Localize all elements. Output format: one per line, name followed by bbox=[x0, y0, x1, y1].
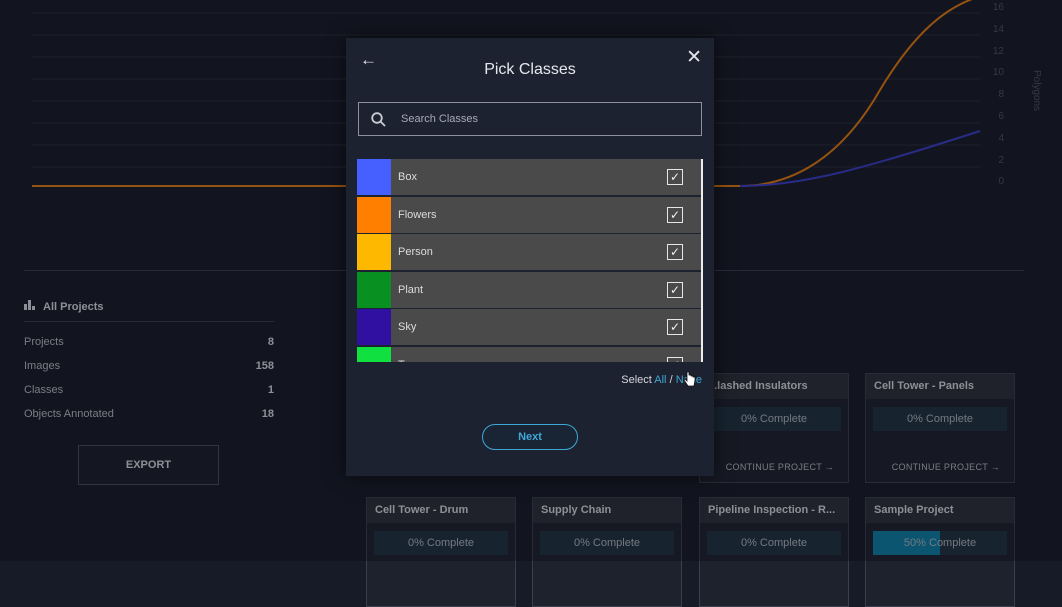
class-row[interactable]: Sky ✓ bbox=[357, 309, 703, 345]
select-separator: / bbox=[669, 374, 673, 386]
scrollbar[interactable] bbox=[701, 159, 703, 362]
search-box[interactable] bbox=[358, 102, 702, 136]
search-classes-input[interactable] bbox=[399, 112, 693, 126]
class-color-swatch bbox=[357, 196, 391, 233]
class-name: T... bbox=[391, 359, 667, 363]
class-checkbox[interactable]: ✓ bbox=[667, 169, 683, 185]
class-color-swatch bbox=[357, 271, 391, 308]
class-row[interactable]: Flowers ✓ bbox=[357, 196, 703, 233]
class-checkbox[interactable]: ✓ bbox=[667, 319, 683, 335]
class-name: Sky bbox=[398, 321, 417, 333]
class-row[interactable]: Plant ✓ bbox=[357, 271, 703, 308]
class-color-swatch bbox=[357, 346, 391, 362]
checkmark-icon: ✓ bbox=[669, 207, 681, 222]
class-rows: Box✓Flowers✓Person✓Plant✓Sky✓T...✓ bbox=[357, 159, 703, 362]
checkmark-icon: ✓ bbox=[669, 170, 681, 184]
checkmark-icon: ✓ bbox=[670, 359, 680, 363]
select-all-link[interactable]: All bbox=[654, 374, 666, 386]
pick-classes-modal: ← ✕ Pick Classes Box✓Flowers✓Person✓Plan… bbox=[346, 38, 714, 476]
class-name: Person bbox=[398, 246, 433, 258]
mouse-cursor-icon bbox=[684, 371, 696, 387]
checkmark-icon: ✓ bbox=[669, 282, 681, 297]
class-row[interactable]: Box ✓ bbox=[357, 159, 703, 195]
class-checkbox[interactable]: ✓ bbox=[667, 206, 683, 223]
class-list: Box✓Flowers✓Person✓Plant✓Sky✓T...✓ bbox=[357, 159, 703, 362]
class-row[interactable]: T...✓ bbox=[357, 346, 703, 363]
class-checkbox[interactable]: ✓ bbox=[667, 281, 683, 298]
select-prefix: Select bbox=[621, 374, 652, 386]
class-color-swatch bbox=[357, 159, 391, 195]
class-name: Flowers bbox=[398, 208, 437, 221]
class-name: Box bbox=[398, 171, 417, 183]
class-color-swatch bbox=[357, 309, 391, 345]
class-checkbox[interactable]: ✓ bbox=[667, 356, 683, 363]
class-color-swatch bbox=[357, 234, 391, 270]
class-checkbox[interactable]: ✓ bbox=[667, 244, 683, 260]
checkmark-icon: ✓ bbox=[669, 320, 681, 334]
modal-title: Pick Classes bbox=[484, 61, 576, 78]
checkmark-icon: ✓ bbox=[669, 245, 681, 259]
class-name: Plant bbox=[398, 283, 424, 296]
search-icon bbox=[371, 111, 399, 127]
class-row[interactable]: Person ✓ bbox=[357, 234, 703, 270]
next-button[interactable]: Next bbox=[482, 424, 578, 450]
